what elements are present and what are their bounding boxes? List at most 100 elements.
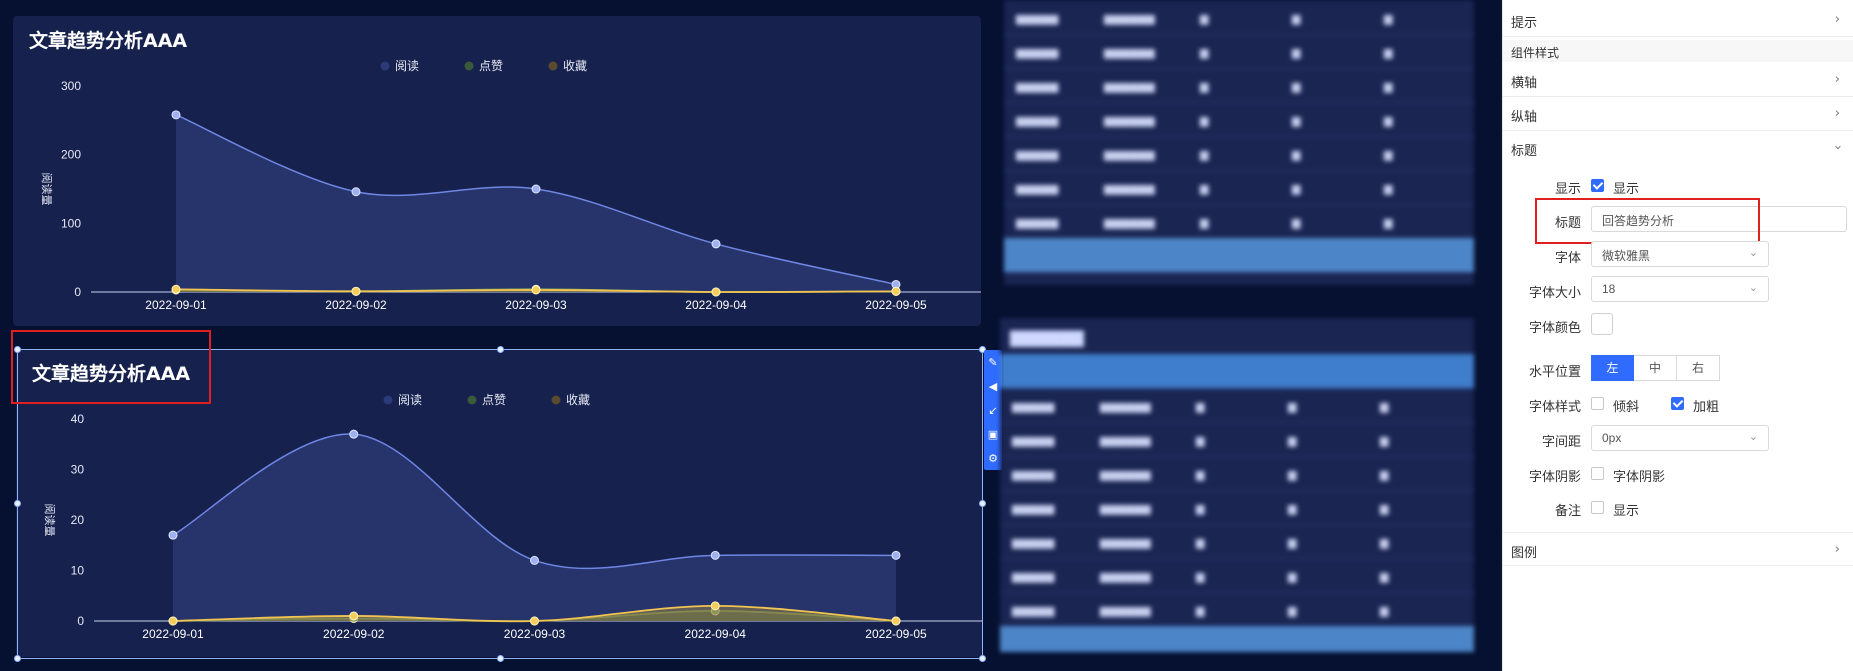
letter-spacing-select[interactable]: 0px ⌄ (1591, 425, 1769, 451)
table-row: ▆▆▆▆▆ ▆▆▆▆▆▆ ▆ ▆ ▆ (1004, 102, 1474, 137)
table-cell: ▆ (1200, 115, 1209, 127)
table-cell: ▆ (1288, 401, 1297, 413)
font-select-value: 微软雅黑 (1602, 249, 1651, 263)
settings-icon[interactable]: ⚙ (988, 453, 998, 464)
table-cell: ▆ (1384, 13, 1393, 25)
table-cell: ▆▆▆▆▆▆ (1100, 435, 1151, 447)
table-cell: ▆ (1196, 503, 1205, 515)
italic-text: 倾斜 (1613, 399, 1640, 414)
table-cell: ▆▆▆▆▆ (1012, 435, 1055, 447)
show-checkbox[interactable] (1591, 179, 1604, 192)
table-cell: ▆▆▆▆▆ (1016, 47, 1059, 59)
field-label-letter-spacing: 字间距 (1541, 434, 1581, 449)
blurred-table-top: ▆▆▆▆▆ ▆▆▆▆▆▆ ▆ ▆ ▆ ▆▆▆▆▆ ▆▆▆▆▆▆ ▆ ▆ ▆ ▆▆▆▆▆ ▆▆▆▆▆▆ ▆… (1004, 0, 1474, 285)
group-legend[interactable]: 图例 › (1503, 532, 1853, 566)
group-tooltip[interactable]: 提示 › (1503, 3, 1853, 37)
legend-dot (380, 61, 390, 71)
layer-icon[interactable]: ◀ (989, 381, 997, 392)
italic-checkbox[interactable] (1591, 397, 1604, 410)
table-cell: ▆▆▆▆▆▆ (1104, 47, 1155, 59)
table-cell: ▆▆▆▆▆▆ (1100, 605, 1151, 617)
note-checkbox[interactable] (1591, 501, 1604, 514)
field-label-note: 备注 (1554, 503, 1581, 518)
table-cell: ▆▆▆▆▆▆ (1104, 149, 1155, 161)
x-tick-label: 2022-09-03 (505, 298, 567, 312)
resize-handle-ml[interactable] (14, 500, 21, 507)
resize-handle-mr[interactable] (979, 500, 986, 507)
chart-card-top[interactable]: 文章趋势分析AAA 阅读 点赞 收藏 阅读量 0 100 200 300 2022-09-01 2… (13, 16, 981, 326)
field-label-shadow: 字体阴影 (1528, 469, 1581, 484)
table-cell: ▆ (1200, 217, 1209, 229)
table-row: ▆▆▆▆▆ ▆▆▆▆▆▆ ▆ ▆ ▆ (1000, 524, 1474, 559)
h-position-center[interactable]: 中 (1634, 355, 1677, 381)
property-panel: 提示 › 组件样式 横轴 › 纵轴 › 标题 › 显示 显示 标题 回答趋势分析… (1502, 0, 1853, 671)
resize-handle-br[interactable] (979, 655, 986, 662)
chevron-right-icon: › (1834, 72, 1840, 87)
table-cell: ▆ (1288, 503, 1297, 515)
table-cell: ▆▆▆▆▆ (1012, 401, 1055, 413)
letter-spacing-value: 0px (1602, 431, 1622, 445)
chevron-right-icon: › (1834, 12, 1840, 27)
y-tick-label: 200 (61, 148, 81, 162)
table-cell: ▆ (1384, 149, 1393, 161)
table-cell: ▆▆▆▆▆▆ (1100, 537, 1151, 549)
shadow-checkbox[interactable] (1591, 467, 1604, 480)
area-chart: 阅读 点赞 收藏阅读量 0 100 200 300 2022-09-01 2022-09-02 2… (40, 59, 981, 312)
h-position-right[interactable]: 右 (1677, 355, 1720, 381)
resize-handle-bm[interactable] (497, 655, 504, 662)
table-cell: ▆▆▆▆▆ (1016, 149, 1059, 161)
table-summary-row (1000, 626, 1474, 652)
group-title[interactable]: 标题 › (1503, 131, 1853, 165)
data-point (531, 184, 541, 194)
table-cell: ▆ (1196, 401, 1205, 413)
copy-icon[interactable]: ▣ (988, 429, 998, 440)
show-checkbox-text: 显示 (1613, 181, 1640, 196)
table-cell: ▆ (1292, 183, 1301, 195)
note-text: 显示 (1613, 503, 1640, 518)
legend-dot (464, 61, 474, 71)
table-cell: ▆▆▆▆▆ (1016, 81, 1059, 93)
group-label: 提示 (1511, 15, 1538, 30)
table-cell: ▆ (1288, 469, 1297, 481)
group-x-axis[interactable]: 横轴 › (1503, 63, 1853, 97)
chevron-down-icon: ⌄ (1748, 430, 1758, 443)
y-tick-label: 100 (61, 216, 81, 230)
x-tick-label: 2022-09-04 (685, 298, 747, 312)
font-size-select[interactable]: 18 ⌄ (1591, 276, 1769, 302)
h-position-left[interactable]: 左 (1591, 355, 1634, 381)
field-label-font-style: 字体样式 (1528, 399, 1581, 414)
data-point (711, 287, 721, 297)
table-cell: ▆▆▆▆▆ (1012, 537, 1055, 549)
table-row: ▆▆▆▆▆ ▆▆▆▆▆▆ ▆ ▆ ▆ (1000, 388, 1474, 423)
font-select[interactable]: 微软雅黑 ⌄ (1591, 241, 1769, 267)
data-point (171, 284, 181, 294)
chevron-down-icon: ⌄ (1748, 246, 1758, 259)
collapse-icon[interactable]: ↙ (988, 405, 997, 416)
table-cell: ▆▆▆▆▆▆ (1100, 469, 1151, 481)
group-y-axis[interactable]: 纵轴 › (1503, 97, 1853, 131)
table-cell: ▆ (1288, 537, 1297, 549)
table-cell: ▆ (1380, 503, 1389, 515)
h-position-segmented[interactable]: 左 中 右 (1591, 355, 1720, 381)
legend-label: 阅读 (395, 59, 419, 73)
table-cell: ▆ (1196, 537, 1205, 549)
bold-checkbox[interactable] (1671, 397, 1684, 410)
table-cell: ▆ (1288, 605, 1297, 617)
table-cell: ▆ (1292, 81, 1301, 93)
table-row: ▆▆▆▆▆ ▆▆▆▆▆▆ ▆ ▆ ▆ (1004, 68, 1474, 103)
edit-icon[interactable]: ✎ (988, 357, 997, 368)
table-header (1000, 354, 1474, 389)
x-tick-label: 2022-09-01 (145, 298, 207, 312)
bold-text: 加粗 (1693, 399, 1720, 414)
resize-handle-bl[interactable] (14, 655, 21, 662)
resize-handle-tm[interactable] (497, 346, 504, 353)
x-tick-label: 2022-09-05 (865, 298, 927, 312)
field-label-show: 显示 (1554, 181, 1581, 196)
table-cell: ▆ (1292, 115, 1301, 127)
table-cell: ▆ (1380, 435, 1389, 447)
shadow-text: 字体阴影 (1613, 469, 1666, 484)
table-cell: ▆ (1380, 469, 1389, 481)
legend-dot (548, 61, 558, 71)
data-point (171, 110, 181, 120)
font-color-swatch[interactable] (1591, 313, 1613, 335)
